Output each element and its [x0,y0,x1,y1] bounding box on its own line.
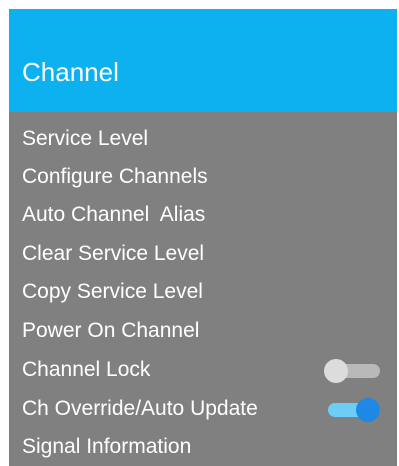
menu-item-channel-lock[interactable]: Channel Lock [22,354,384,386]
menu-item-copy-service-level[interactable]: Copy Service Level [22,276,384,308]
menu-item-label: Auto Channel Alias [22,203,206,226]
menu-item-auto-channel-alias[interactable]: Auto Channel Alias [22,199,384,231]
channel-menu-list: Service Level Configure Channels Auto Ch… [9,112,397,466]
channel-menu-panel: Channel Service Level Configure Channels… [9,9,397,466]
menu-item-configure-channels[interactable]: Configure Channels [22,161,384,193]
page-title: Channel [22,57,119,87]
toggle-knob [356,398,380,422]
channel-lock-toggle[interactable] [324,359,384,383]
menu-item-label: Service Level [22,127,149,150]
toggle-knob [324,359,348,383]
menu-item-label: Signal Information [22,435,192,458]
menu-item-clear-service-level[interactable]: Clear Service Level [22,238,384,270]
menu-item-label: Copy Service Level [22,280,203,303]
menu-header: Channel [9,9,397,112]
menu-item-label: Clear Service Level [22,242,205,265]
menu-item-service-level[interactable]: Service Level [22,123,384,155]
menu-item-ch-override-auto-update[interactable]: Ch Override/Auto Update [22,393,384,425]
menu-item-label: Ch Override/Auto Update [22,397,258,420]
menu-item-power-on-channel[interactable]: Power On Channel [22,315,384,347]
menu-item-label: Power On Channel [22,319,200,342]
menu-item-label: Configure Channels [22,165,208,188]
menu-item-label: Channel Lock [22,358,151,381]
ch-override-auto-update-toggle[interactable] [324,398,384,422]
menu-item-signal-information[interactable]: Signal Information [22,431,384,463]
